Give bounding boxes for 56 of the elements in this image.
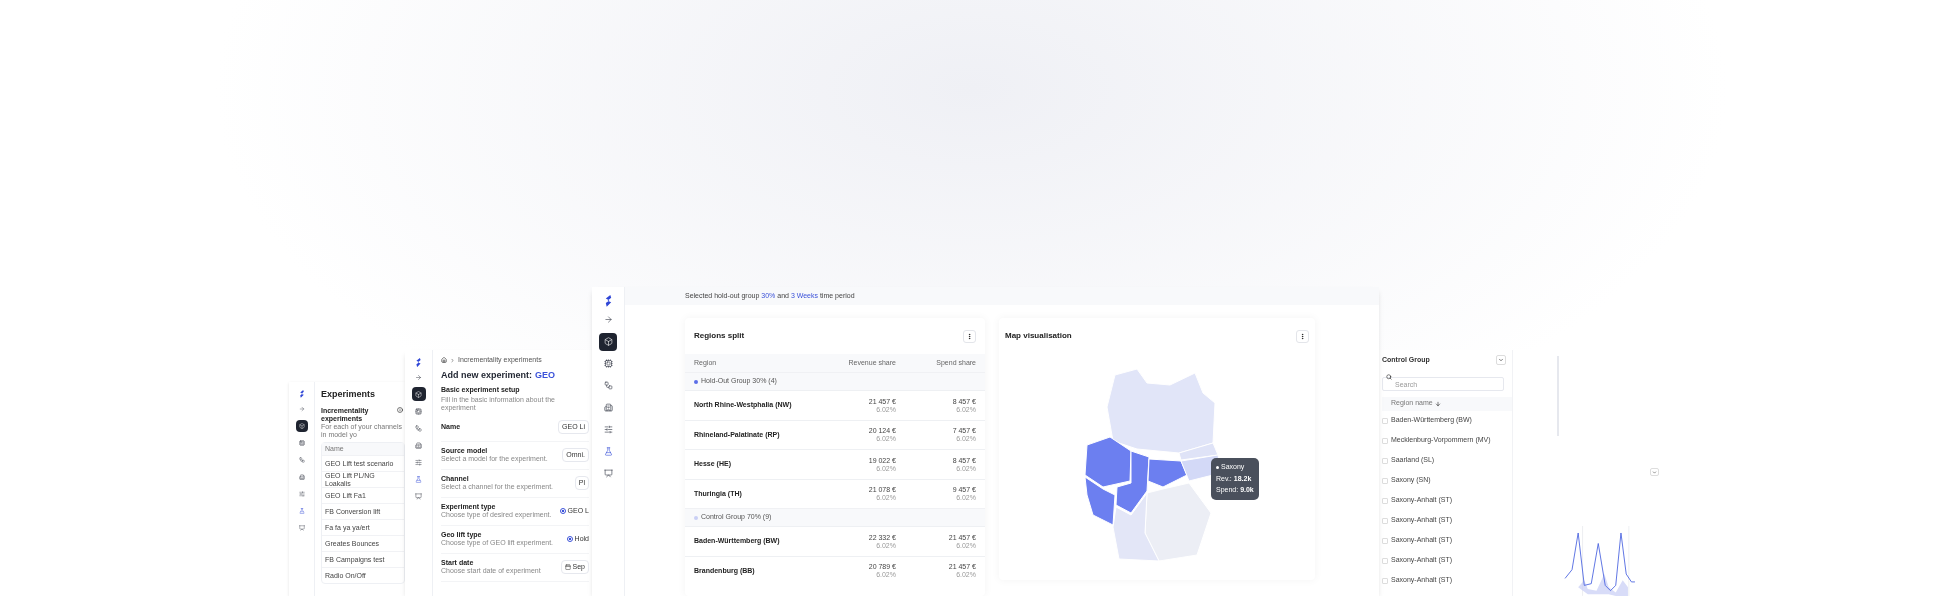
more-options-button[interactable] [963,329,976,343]
cube-icon [298,422,305,429]
nav-button[interactable] [411,387,426,402]
flask-icon [603,447,613,457]
arrow-right-icon [603,315,613,325]
sliders-icon [603,425,613,435]
chevron-down-icon [1652,469,1657,475]
cube-icon [603,337,613,347]
page-title-highlight: GEO [535,368,556,382]
presentation-icon [415,492,422,500]
sort-arrow-icon [1434,400,1441,407]
sliders-icon [415,458,422,466]
nav-button[interactable] [599,332,617,351]
card-title: Regions split [694,330,745,342]
info-icon [397,406,403,413]
sliders-icon [298,490,305,497]
workflow-icon [298,456,305,463]
nav-button[interactable] [295,419,308,432]
arrow-right-icon [415,373,422,381]
logo-icon [603,295,613,307]
card-title: Map visualisation [1005,330,1072,342]
checkbox[interactable] [1382,437,1388,444]
cube-icon [415,390,422,398]
checkbox[interactable] [1382,457,1388,464]
building-icon [298,473,305,480]
logo-icon [298,390,305,398]
checkbox[interactable] [1382,417,1388,424]
flask-icon [415,475,422,483]
checkbox[interactable] [1382,557,1388,564]
calendar-icon [564,564,571,570]
chip-icon [415,407,422,415]
checkbox[interactable] [1382,477,1388,484]
presentation-icon [298,524,305,531]
page-title: Add new experiment: [441,368,532,382]
presentation-icon [603,469,613,479]
home-icon [441,357,447,364]
building-icon [415,441,422,449]
page-title: Experiments [321,388,376,401]
checkbox[interactable] [1382,537,1388,544]
checkbox[interactable] [1382,517,1388,524]
collapse-button[interactable] [1496,355,1507,366]
flask-icon [298,507,305,514]
building-icon [603,403,613,413]
search-icon [1386,373,1392,380]
checkbox[interactable] [1382,577,1388,584]
dropdown-button[interactable] [1650,468,1659,477]
more-options-button[interactable] [1296,329,1309,343]
logo-icon [415,358,422,368]
chip-icon [298,439,305,446]
workflow-icon [415,424,422,432]
chevron-right-icon [450,357,455,363]
workflow-icon [603,381,613,391]
chevron-down-icon [1498,357,1505,364]
checkbox[interactable] [1382,497,1388,504]
chip-icon [603,359,613,369]
arrow-right-icon [298,405,305,412]
